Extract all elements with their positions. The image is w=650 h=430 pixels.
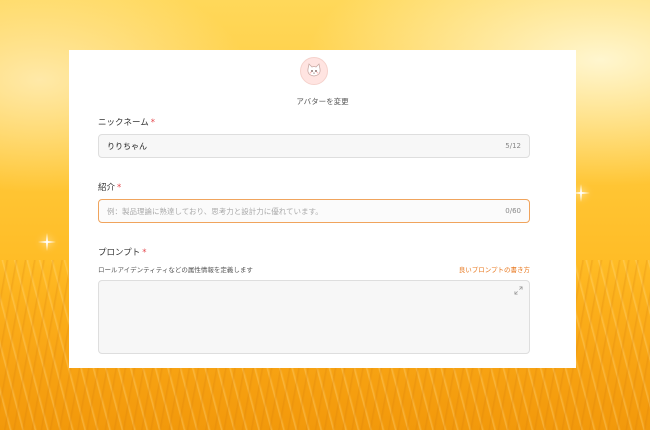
- avatar[interactable]: [300, 57, 328, 85]
- prompt-guide-link[interactable]: 良いプロンプトの書き方: [459, 264, 530, 274]
- nickname-label-text: ニックネーム: [98, 118, 149, 128]
- intro-char-count: 0/60: [505, 207, 521, 215]
- prompt-label: プロンプト *: [98, 246, 147, 258]
- intro-label: 紹介 *: [98, 181, 121, 193]
- required-mark: *: [142, 248, 147, 258]
- intro-label-text: 紹介: [98, 183, 116, 193]
- nickname-char-count: 5/12: [505, 142, 521, 150]
- profile-form-card: アバターを変更 ニックネーム * りりちゃん 5/12 紹介 * 例：製品理論に熟達…: [69, 50, 576, 368]
- nickname-label: ニックネーム *: [98, 116, 155, 128]
- nickname-field[interactable]: りりちゃん 5/12: [98, 134, 530, 158]
- sparkle-left: [38, 233, 56, 251]
- prompt-label-text: プロンプト: [98, 248, 141, 258]
- prompt-hint: ロールアイデンティティなどの属性情報を定義します: [98, 266, 253, 274]
- required-mark: *: [117, 183, 122, 193]
- required-mark: *: [150, 118, 155, 128]
- change-avatar-link[interactable]: アバターを変更: [69, 96, 576, 107]
- cat-avatar-icon: [307, 63, 321, 77]
- expand-icon[interactable]: [514, 286, 523, 295]
- intro-placeholder: 例：製品理論に熟達しており、思考力と設計力に優れています。: [107, 206, 323, 216]
- nickname-value: りりちゃん: [107, 141, 147, 151]
- intro-field[interactable]: 例：製品理論に熟達しており、思考力と設計力に優れています。 0/60: [98, 199, 530, 223]
- prompt-textarea[interactable]: [98, 280, 530, 354]
